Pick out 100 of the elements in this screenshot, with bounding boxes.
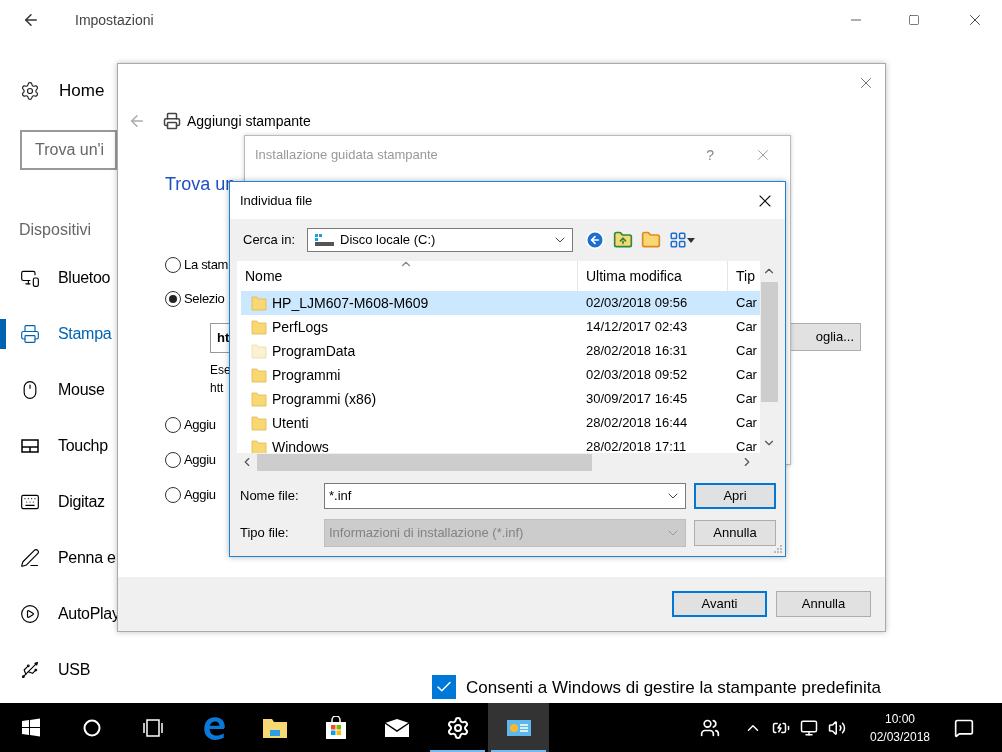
devices-icon — [20, 268, 40, 288]
look-in-label: Cerca in: — [243, 231, 297, 250]
nav-item[interactable]: Mouse — [0, 362, 105, 418]
help-button[interactable]: ? — [706, 144, 714, 166]
file-name: HP_LJM607-M608-M609 — [272, 293, 429, 313]
nav-item[interactable]: Digitaz — [0, 474, 105, 530]
nav-item[interactable]: Stampa — [0, 306, 112, 362]
file-type: Car — [735, 390, 757, 409]
file-name: PerfLogs — [272, 317, 329, 337]
file-row[interactable]: Utenti 28/02/2018 16:44 Car — [241, 411, 760, 435]
search-icon — [81, 717, 102, 738]
look-in-dropdown[interactable]: Disco locale (C:) — [307, 228, 573, 252]
folder-icon — [251, 343, 267, 359]
filename-field[interactable]: *.inf — [324, 483, 686, 509]
caret-icon — [687, 237, 695, 243]
notification-icon[interactable] — [954, 717, 974, 738]
mail-icon — [383, 717, 410, 738]
maximize-icon[interactable] — [908, 14, 920, 26]
checkbox-label: Consenti a Windows di gestire la stampante predefinita — [466, 676, 881, 699]
file-date: 28/02/2018 17:11 — [585, 438, 688, 453]
look-in-value: Disco locale (C:) — [340, 231, 437, 250]
people-icon[interactable] — [700, 717, 720, 738]
settings-icon — [20, 81, 40, 101]
scroll-thumb[interactable] — [760, 282, 778, 402]
volume-icon[interactable] — [828, 718, 846, 737]
open-button[interactable]: Apri — [694, 483, 776, 509]
file-type: Car — [735, 294, 757, 313]
touchpad-icon — [20, 436, 40, 456]
file-row[interactable]: ProgramData 28/02/2018 16:31 Car — [241, 339, 760, 363]
pen-icon — [20, 548, 40, 568]
radio-button[interactable] — [165, 291, 181, 307]
folder-icon — [251, 367, 267, 383]
view-icon — [669, 231, 687, 249]
running-indicator — [430, 750, 485, 752]
option-label: Aggiu — [184, 416, 216, 435]
printer-icon — [20, 324, 40, 344]
file-row[interactable]: Windows 28/02/2018 17:11 Car — [241, 435, 760, 453]
start-icon — [20, 717, 41, 738]
file-row[interactable]: HP_LJM607-M608-M609 02/03/2018 09:56 Car — [241, 291, 760, 315]
radio-button[interactable] — [165, 417, 181, 433]
file-row[interactable]: PerfLogs 14/12/2017 02:43 Car — [241, 315, 760, 339]
file-date: 02/03/2018 09:52 — [585, 366, 689, 385]
file-name: ProgramData — [272, 341, 356, 361]
store-icon — [323, 715, 348, 740]
file-type: Car — [735, 414, 757, 433]
search-field[interactable]: Trova un'i — [20, 130, 117, 170]
home-link[interactable]: Home — [59, 78, 105, 104]
nav-item[interactable]: Penna e — [0, 530, 116, 586]
usb-icon — [20, 660, 40, 680]
keyboard-icon — [20, 492, 40, 512]
file-name: Programmi — [272, 365, 341, 385]
checkbox[interactable] — [432, 675, 456, 700]
window-title: Installazione guidata stampante — [255, 146, 439, 165]
clock-date: 02/03/2018 — [869, 728, 931, 746]
clock[interactable]: 10:00 02/03/2018 — [866, 709, 934, 746]
file-date: 02/03/2018 09:56 — [585, 294, 689, 313]
option-label: Selezio — [184, 290, 225, 309]
filetype-value: Informazioni di installazione (*.inf) — [329, 524, 525, 543]
folder-icon — [251, 319, 267, 335]
folder-icon — [251, 391, 267, 407]
nav-item[interactable]: AutoPlay — [0, 586, 120, 642]
dialog-title: Individua file — [240, 191, 314, 210]
network-icon[interactable] — [800, 718, 818, 737]
file-date: 28/02/2018 16:31 — [585, 342, 689, 361]
radio-button[interactable] — [165, 257, 181, 273]
folder-icon — [251, 415, 267, 431]
folder-icon — [261, 716, 288, 739]
selection-indicator — [0, 319, 6, 349]
nav-item[interactable]: Touchp — [0, 418, 108, 474]
file-row[interactable]: Programmi (x86) 30/09/2017 16:45 Car — [241, 387, 760, 411]
resize-grip-icon[interactable] — [774, 545, 782, 553]
control-panel-icon — [505, 717, 532, 738]
option-label: La stam — [184, 256, 229, 275]
file-date: 30/09/2017 16:45 — [585, 390, 689, 409]
example-text: htt — [210, 380, 224, 397]
nav-item[interactable]: USB — [0, 642, 90, 698]
view-menu-button[interactable] — [669, 231, 695, 249]
radio-button[interactable] — [165, 452, 181, 468]
cancel-button[interactable]: Annulla — [776, 591, 871, 617]
window-title: Impostazioni — [75, 10, 154, 30]
file-row[interactable]: Programmi 02/03/2018 09:52 Car — [241, 363, 760, 387]
file-name: Windows — [272, 437, 329, 453]
next-button[interactable]: Avanti — [672, 591, 767, 617]
cancel-button[interactable]: Annulla — [694, 520, 776, 546]
file-type: Car — [735, 318, 757, 337]
nav-item[interactable]: Bluetoo — [0, 250, 111, 306]
file-name: Utenti — [272, 413, 309, 433]
option-label: Aggiu — [184, 451, 216, 470]
scroll-thumb[interactable] — [257, 453, 592, 471]
folder-up-icon[interactable] — [613, 230, 633, 250]
control-panel-button[interactable] — [488, 703, 549, 752]
back-icon[interactable] — [22, 11, 40, 29]
file-name: Programmi (x86) — [272, 389, 377, 409]
folder-icon — [251, 295, 267, 311]
radio-button[interactable] — [165, 487, 181, 503]
filename-label: Nome file: — [240, 487, 300, 506]
filetype-label: Tipo file: — [240, 524, 290, 543]
option-label: Aggiu — [184, 486, 216, 505]
drive-icon — [314, 233, 334, 247]
column-header[interactable]: Tip — [728, 261, 760, 291]
